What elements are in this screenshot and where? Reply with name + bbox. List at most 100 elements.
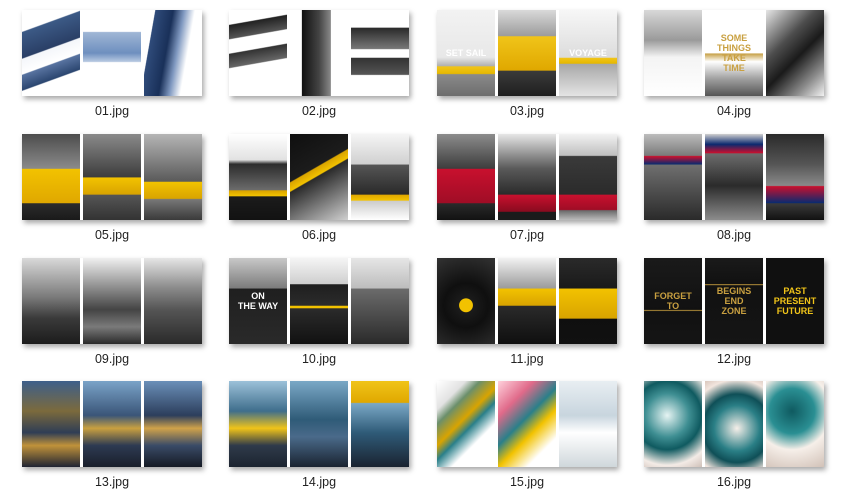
panel-text: SET SAIL <box>445 48 487 58</box>
file-tile-01[interactable]: 01.jpg <box>22 10 202 122</box>
file-tile-09[interactable]: 09.jpg <box>22 258 202 370</box>
thumbnail-panel: SET SAIL <box>437 10 495 96</box>
file-name-label[interactable]: 07.jpg <box>437 228 617 242</box>
thumbnail-panel <box>22 258 80 344</box>
panel-text: FORGET TO <box>654 291 692 311</box>
panel-text: PAST PRESENT FUTURE <box>773 286 817 316</box>
thumbnail-panel <box>559 258 617 344</box>
thumbnail-01[interactable] <box>22 10 202 96</box>
thumbnail-14[interactable] <box>229 381 409 467</box>
thumbnail-panel: FORGET TO <box>644 258 702 344</box>
file-grid: 01.jpg 02.jpg SET SAIL VOYAGE 03.jpg SOM… <box>0 0 841 504</box>
thumbnail-panel: ON THE WAY <box>229 258 287 344</box>
thumbnail-panel <box>83 134 141 220</box>
panel-text: ON THE WAY <box>237 291 279 311</box>
file-tile-02[interactable]: 02.jpg <box>229 10 409 122</box>
thumbnail-07[interactable] <box>437 134 617 220</box>
thumbnail-panel <box>437 381 495 467</box>
thumbnail-16[interactable] <box>644 381 824 467</box>
file-tile-08[interactable]: 08.jpg <box>644 134 824 246</box>
thumbnail-06[interactable] <box>229 134 409 220</box>
thumbnail-panel <box>498 134 556 220</box>
thumbnail-panel <box>766 10 824 96</box>
thumbnail-panel <box>22 10 80 96</box>
file-name-label[interactable]: 04.jpg <box>644 104 824 118</box>
file-name-label[interactable]: 16.jpg <box>644 475 824 489</box>
thumbnail-panel <box>559 134 617 220</box>
file-tile-11[interactable]: 11.jpg <box>437 258 617 370</box>
file-tile-10[interactable]: ON THE WAY 10.jpg <box>229 258 409 370</box>
file-name-label[interactable]: 05.jpg <box>22 228 202 242</box>
thumbnail-panel <box>351 10 409 96</box>
thumbnail-panel <box>644 134 702 220</box>
file-name-label[interactable]: 09.jpg <box>22 352 202 366</box>
thumbnail-08[interactable] <box>644 134 824 220</box>
thumbnail-panel <box>144 134 202 220</box>
thumbnail-panel <box>705 381 763 467</box>
thumbnail-panel: SOME THINGS TAKE TIME <box>705 10 763 96</box>
thumbnail-panel <box>644 10 702 96</box>
thumbnail-panel <box>498 10 556 96</box>
thumbnail-12[interactable]: FORGET TO BEGINS END ZONE PAST PRESENT F… <box>644 258 824 344</box>
file-tile-14[interactable]: 14.jpg <box>229 381 409 493</box>
thumbnail-panel <box>437 258 495 344</box>
thumbnail-panel <box>229 10 287 96</box>
file-name-label[interactable]: 12.jpg <box>644 352 824 366</box>
file-name-label[interactable]: 11.jpg <box>437 352 617 366</box>
thumbnail-panel <box>144 381 202 467</box>
file-tile-04[interactable]: SOME THINGS TAKE TIME 04.jpg <box>644 10 824 122</box>
thumbnail-13[interactable] <box>22 381 202 467</box>
file-tile-05[interactable]: 05.jpg <box>22 134 202 246</box>
panel-text: BEGINS END ZONE <box>716 286 752 316</box>
file-name-label[interactable]: 01.jpg <box>22 104 202 118</box>
file-name-label[interactable]: 06.jpg <box>229 228 409 242</box>
thumbnail-panel <box>229 134 287 220</box>
thumbnail-10[interactable]: ON THE WAY <box>229 258 409 344</box>
thumbnail-panel <box>766 381 824 467</box>
file-tile-16[interactable]: 16.jpg <box>644 381 824 493</box>
file-name-label[interactable]: 08.jpg <box>644 228 824 242</box>
thumbnail-panel <box>498 258 556 344</box>
thumbnail-11[interactable] <box>437 258 617 344</box>
file-name-label[interactable]: 10.jpg <box>229 352 409 366</box>
thumbnail-panel <box>290 258 348 344</box>
thumbnail-panel <box>144 258 202 344</box>
file-tile-13[interactable]: 13.jpg <box>22 381 202 493</box>
thumbnail-panel <box>144 10 202 96</box>
file-name-label[interactable]: 15.jpg <box>437 475 617 489</box>
thumbnail-panel <box>83 258 141 344</box>
file-tile-03[interactable]: SET SAIL VOYAGE 03.jpg <box>437 10 617 122</box>
thumbnail-panel <box>22 381 80 467</box>
thumbnail-panel <box>351 381 409 467</box>
thumbnail-panel <box>766 134 824 220</box>
thumbnail-panel <box>83 381 141 467</box>
thumbnail-09[interactable] <box>22 258 202 344</box>
thumbnail-panel <box>290 381 348 467</box>
file-name-label[interactable]: 13.jpg <box>22 475 202 489</box>
thumbnail-panel <box>22 134 80 220</box>
file-name-label[interactable]: 03.jpg <box>437 104 617 118</box>
thumbnail-03[interactable]: SET SAIL VOYAGE <box>437 10 617 96</box>
panel-text: VOYAGE <box>569 48 607 58</box>
thumbnail-panel <box>290 134 348 220</box>
thumbnail-panel <box>83 10 141 96</box>
file-tile-07[interactable]: 07.jpg <box>437 134 617 246</box>
thumbnail-04[interactable]: SOME THINGS TAKE TIME <box>644 10 824 96</box>
file-tile-12[interactable]: FORGET TO BEGINS END ZONE PAST PRESENT F… <box>644 258 824 370</box>
thumbnail-panel: VOYAGE <box>559 10 617 96</box>
thumbnail-02[interactable] <box>229 10 409 96</box>
thumbnail-panel: PAST PRESENT FUTURE <box>766 258 824 344</box>
thumbnail-panel <box>351 258 409 344</box>
thumbnail-panel <box>437 134 495 220</box>
file-tile-15[interactable]: 15.jpg <box>437 381 617 493</box>
file-tile-06[interactable]: 06.jpg <box>229 134 409 246</box>
file-name-label[interactable]: 02.jpg <box>229 104 409 118</box>
thumbnail-panel <box>559 381 617 467</box>
file-name-label[interactable]: 14.jpg <box>229 475 409 489</box>
thumbnail-panel: BEGINS END ZONE <box>705 258 763 344</box>
thumbnail-panel <box>644 381 702 467</box>
thumbnail-panel <box>351 134 409 220</box>
thumbnail-05[interactable] <box>22 134 202 220</box>
thumbnail-15[interactable] <box>437 381 617 467</box>
thumbnail-panel <box>290 10 348 96</box>
